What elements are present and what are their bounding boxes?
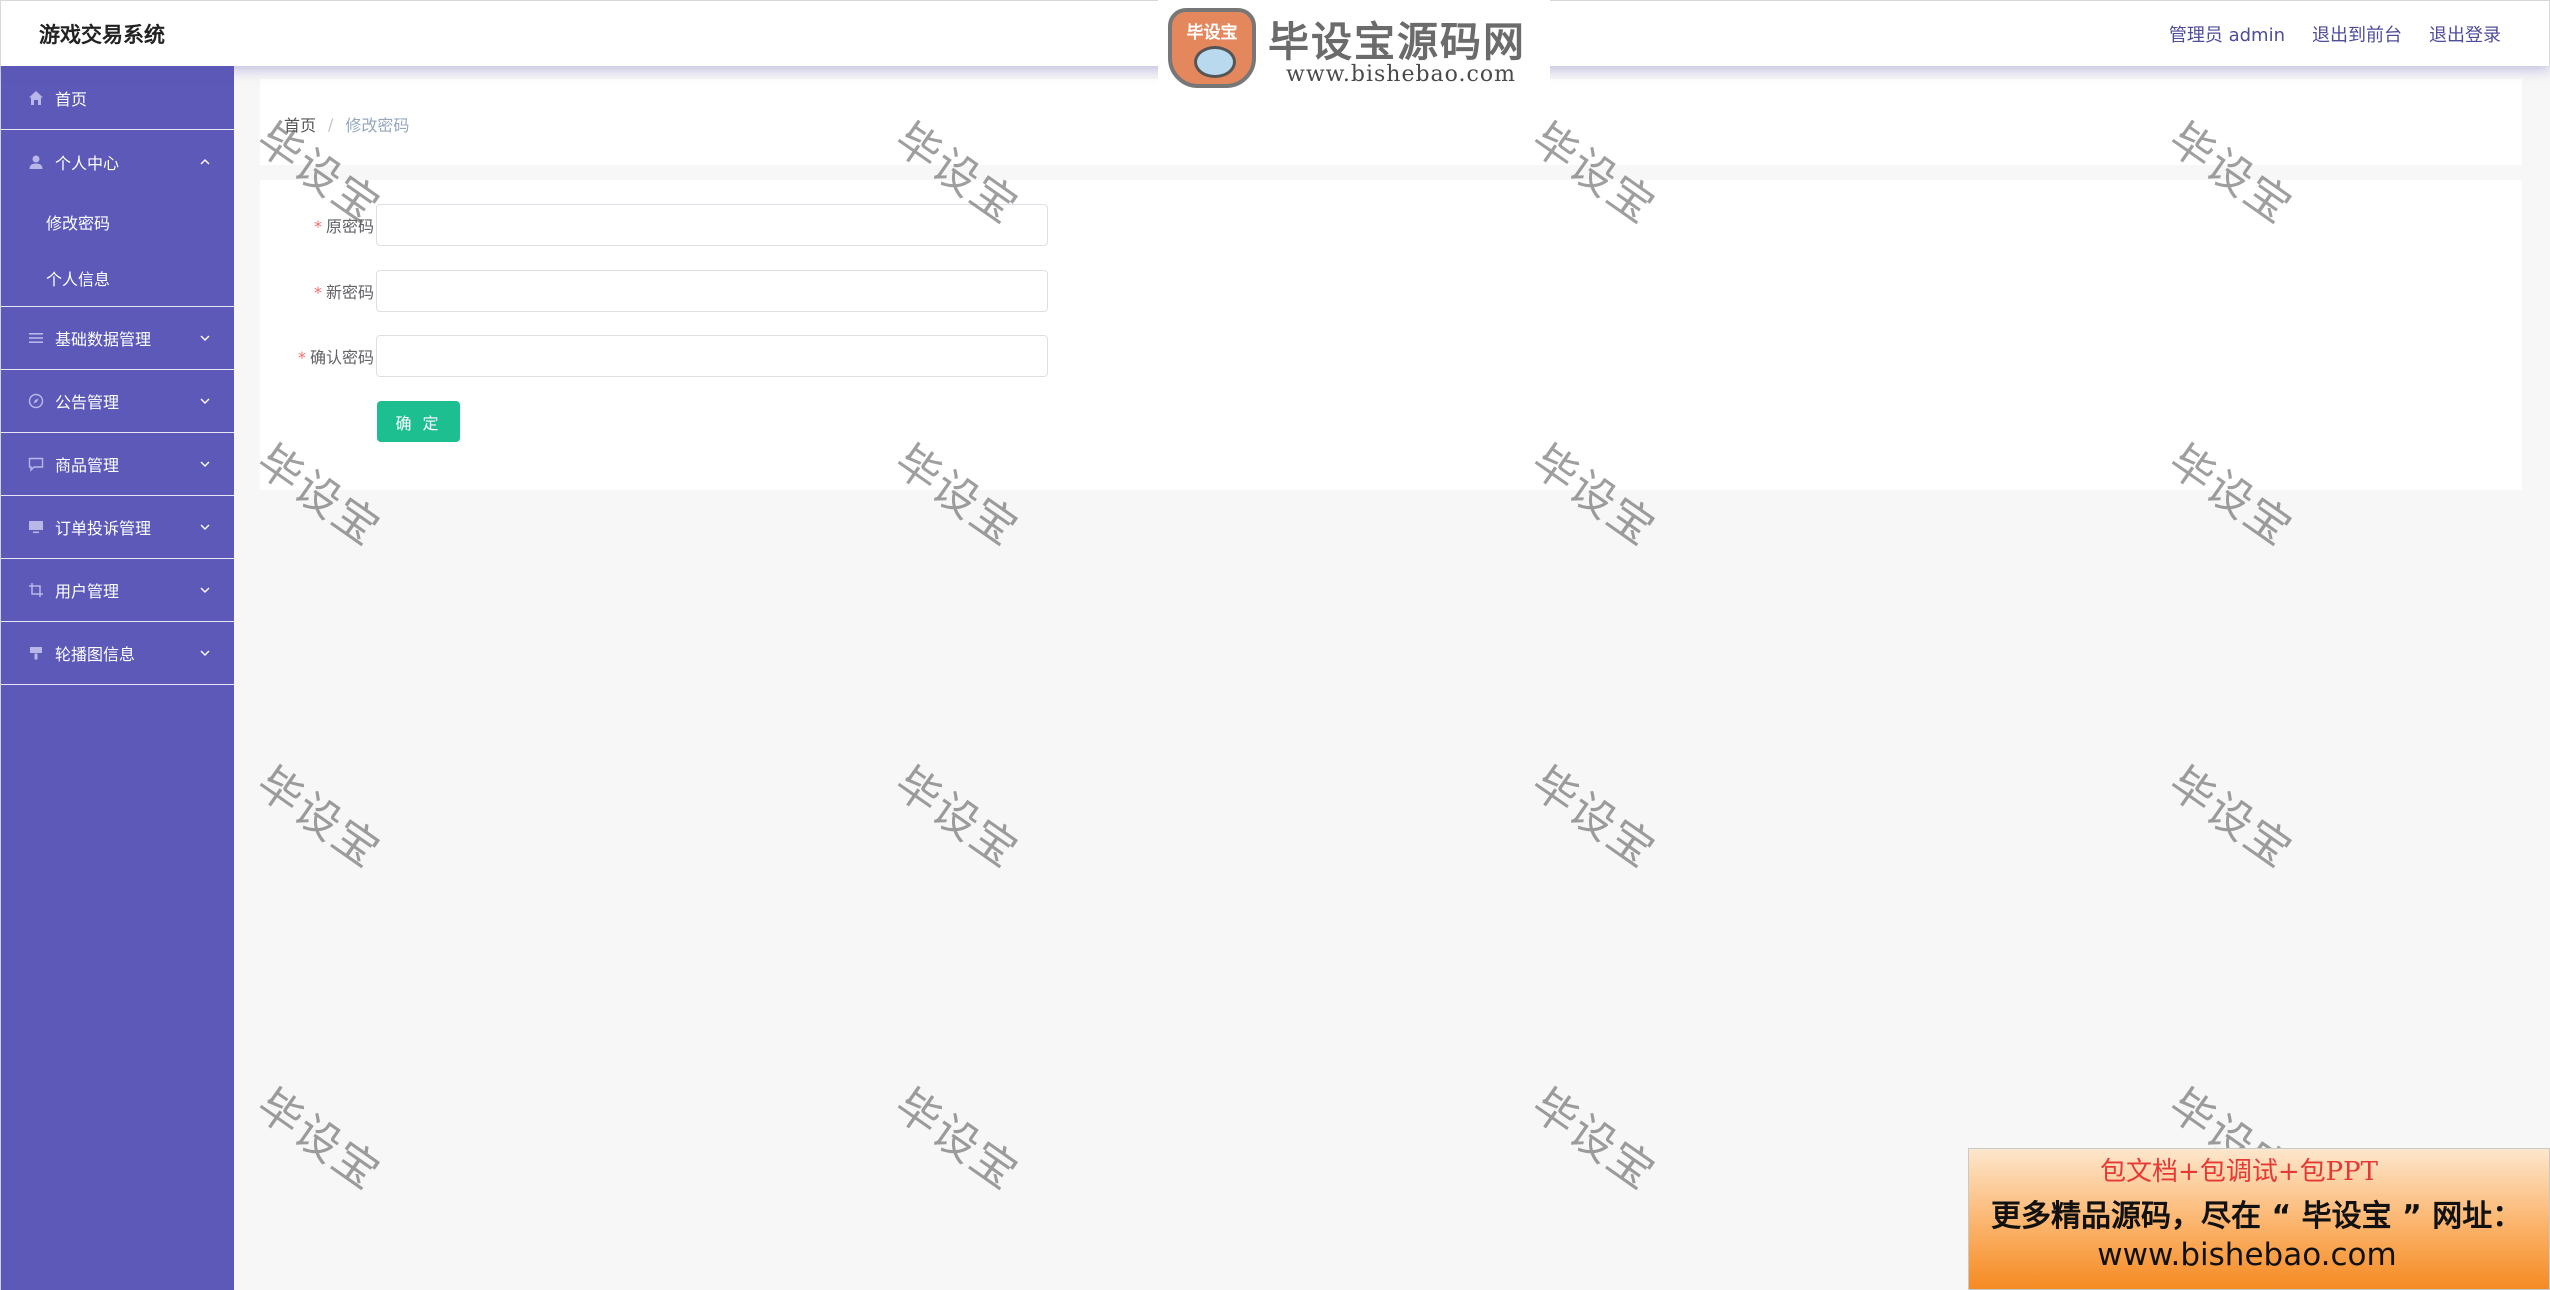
sidebar-item-label: 公告管理 (55, 393, 120, 412)
new-password-input[interactable] (376, 270, 1048, 312)
sidebar-item-personal-center[interactable]: 个人中心 (1, 130, 234, 194)
chevron-down-icon (200, 524, 210, 530)
form-row-new-password: * 新密码 (260, 270, 1060, 312)
confirm-button[interactable]: 确 定 (377, 401, 460, 442)
logo-title: 毕设宝源码网 (1268, 18, 1526, 66)
sidebar-subitem-label: 修改密码 (46, 214, 111, 233)
form-row-confirm-password: * 确认密码 (260, 335, 1060, 377)
message-icon (27, 455, 45, 473)
old-password-label: * 原密码 (314, 213, 374, 237)
breadcrumb-separator: / (328, 114, 334, 134)
header-links: 管理员 admin 退出到前台 退出登录 (2169, 21, 2501, 47)
sidebar-item-label: 商品管理 (55, 456, 120, 475)
sidebar-item-products[interactable]: 商品管理 (1, 433, 234, 496)
form-row-old-password: * 原密码 (260, 204, 1060, 246)
app-title: 游戏交易系统 (39, 23, 165, 47)
site-logo-watermark: 毕设宝 毕设宝源码网 www.bishebao.com (1158, 0, 1550, 98)
logo-badge-text: 毕设宝 (1186, 23, 1238, 43)
breadcrumb-current: 修改密码 (345, 116, 410, 135)
logo-badge-icon: 毕设宝 (1168, 8, 1256, 88)
watermark-text: 毕设宝 (247, 1079, 390, 1201)
old-password-input[interactable] (376, 204, 1048, 246)
list-icon (27, 329, 45, 347)
chevron-down-icon (200, 461, 210, 467)
sidebar: 首页 个人中心 修改密码 个人信息 基础数据管理 公告管理 商品管理 订单投诉管… (0, 66, 234, 1290)
sidebar-subitem-label: 个人信息 (46, 270, 111, 289)
submenu-personal-center: 修改密码 个人信息 (1, 194, 234, 307)
sidebar-item-label: 基础数据管理 (55, 330, 152, 349)
breadcrumb-home-link[interactable]: 首页 (284, 112, 316, 136)
required-mark: * (297, 348, 306, 367)
exit-to-front-link[interactable]: 退出到前台 (2312, 21, 2402, 47)
logo-face-icon (1194, 46, 1236, 78)
watermark-text: 毕设宝 (1522, 1079, 1665, 1201)
home-icon (27, 89, 45, 107)
admin-user-link[interactable]: 管理员 admin (2169, 21, 2285, 47)
sidebar-item-label: 首页 (55, 89, 88, 109)
compass-icon (27, 392, 45, 410)
user-icon (27, 153, 45, 171)
sidebar-item-label: 用户管理 (55, 582, 120, 601)
sidebar-item-announcements[interactable]: 公告管理 (1, 370, 234, 433)
confirm-password-label-text: 确认密码 (309, 348, 374, 367)
old-password-label-text: 原密码 (325, 217, 374, 236)
sidebar-item-label: 轮播图信息 (55, 645, 136, 664)
logo-url: www.bishebao.com (1286, 62, 1516, 87)
new-password-label-text: 新密码 (325, 283, 374, 302)
sidebar-subitem-change-password[interactable]: 修改密码 (1, 194, 234, 250)
chevron-down-icon (200, 650, 210, 656)
watermark-text: 毕设宝 (885, 757, 1028, 879)
sidebar-item-carousel[interactable]: 轮播图信息 (1, 622, 234, 685)
sidebar-item-users[interactable]: 用户管理 (1, 559, 234, 622)
watermark-text: 毕设宝 (247, 757, 390, 879)
promo-message: 更多精品源码，尽在 “ 毕设宝 ” 网址： (1991, 1199, 2523, 1234)
confirm-password-label: * 确认密码 (298, 344, 374, 368)
required-mark: * (313, 283, 322, 302)
breadcrumb: 首页 / 修改密码 (284, 112, 409, 136)
sidebar-item-label: 订单投诉管理 (55, 519, 152, 538)
crop-icon (27, 581, 45, 599)
monitor-icon (27, 518, 45, 536)
new-password-label: * 新密码 (314, 279, 374, 303)
promo-url: www.bishebao.com (2097, 1237, 2397, 1273)
chevron-down-icon (200, 398, 210, 404)
confirm-password-input[interactable] (376, 335, 1048, 377)
chevron-down-icon (200, 335, 210, 341)
sidebar-item-label: 个人中心 (55, 154, 120, 173)
promo-tagline: 包文档+包调试+包PPT (2100, 1157, 2378, 1187)
chevron-up-icon (200, 159, 210, 165)
watermark-text: 毕设宝 (885, 1079, 1028, 1201)
change-password-form: * 原密码 * 新密码 * 确认密码 确 定 (260, 180, 2522, 490)
chevron-down-icon (200, 587, 210, 593)
brush-icon (27, 644, 45, 662)
sidebar-item-basic-data[interactable]: 基础数据管理 (1, 307, 234, 370)
promo-banner: 包文档+包调试+包PPT 更多精品源码，尽在 “ 毕设宝 ” 网址： www.b… (1968, 1148, 2550, 1290)
sidebar-subitem-personal-info[interactable]: 个人信息 (1, 250, 234, 306)
sidebar-item-home[interactable]: 首页 (1, 66, 234, 130)
watermark-text: 毕设宝 (1522, 757, 1665, 879)
sidebar-item-order-complaints[interactable]: 订单投诉管理 (1, 496, 234, 559)
required-mark: * (313, 217, 322, 236)
logout-link[interactable]: 退出登录 (2429, 21, 2501, 47)
watermark-text: 毕设宝 (2159, 757, 2302, 879)
